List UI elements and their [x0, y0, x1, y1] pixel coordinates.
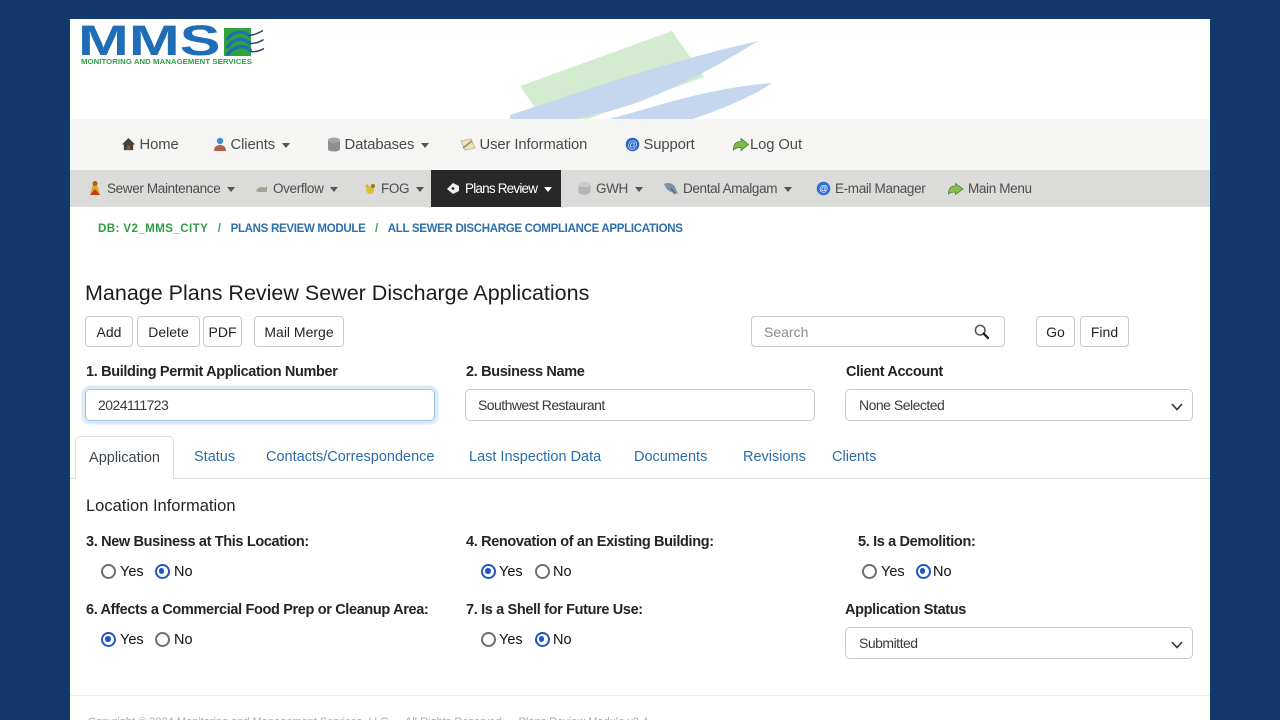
svg-text:@: @: [819, 184, 828, 194]
svg-text:@: @: [627, 140, 637, 151]
